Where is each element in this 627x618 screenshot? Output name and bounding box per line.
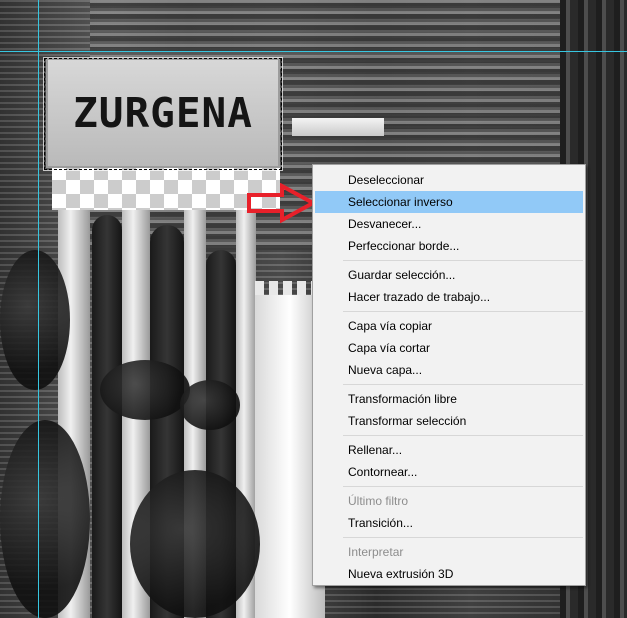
doorway [92,215,122,618]
horizontal-guide[interactable] [0,51,627,52]
foliage [130,470,260,618]
foliage [100,360,190,420]
menu-item-interpretar: Interpretar [348,545,404,559]
menu-item-nueva-extrusion-3d[interactable]: Nueva extrusión 3D [315,563,583,585]
red-arrow-icon [247,183,318,223]
menu-separator [343,537,583,538]
wall-ledge [292,118,384,136]
menu-separator [343,384,583,385]
menu-item-hacer-trazado-de-trabajo[interactable]: Hacer trazado de trabajo... [315,286,583,308]
menu-separator [343,486,583,487]
menu-item-contornear[interactable]: Contornear... [315,461,583,483]
menu-item-ultimo-filtro: Último filtro [348,494,409,508]
menu-separator [343,311,583,312]
menu-separator [343,435,583,436]
menu-item-capa-via-copiar[interactable]: Capa vía copiar [315,315,583,337]
station-sign: ZURGENA [46,58,280,168]
menu-item-desvanecer[interactable]: Desvanecer... [315,213,583,235]
context-menu: Deseleccionar Seleccionar inverso Desvanec… [312,164,586,586]
menu-item-perfeccionar-borde[interactable]: Perfeccionar borde... [315,235,583,257]
foliage [0,250,70,390]
foliage [180,380,240,430]
menu-separator [343,260,583,261]
menu-item-guardar-seleccion[interactable]: Guardar selección... [315,264,583,286]
vertical-guide[interactable] [38,0,39,618]
menu-item-rellenar[interactable]: Rellenar... [315,439,583,461]
menu-item-seleccionar-inverso[interactable]: Seleccionar inverso [315,191,583,213]
menu-item-transicion[interactable]: Transición... [315,512,583,534]
menu-item-deseleccionar[interactable]: Deseleccionar [315,169,583,191]
sign-text: ZURGENA [73,89,253,137]
menu-item-capa-via-cortar[interactable]: Capa vía cortar [315,337,583,359]
foliage [0,420,90,618]
menu-item-nueva-capa[interactable]: Nueva capa... [315,359,583,381]
menu-item-transformar-seleccion[interactable]: Transformar selección [315,410,583,432]
menu-item-transformacion-libre[interactable]: Transformación libre [315,388,583,410]
